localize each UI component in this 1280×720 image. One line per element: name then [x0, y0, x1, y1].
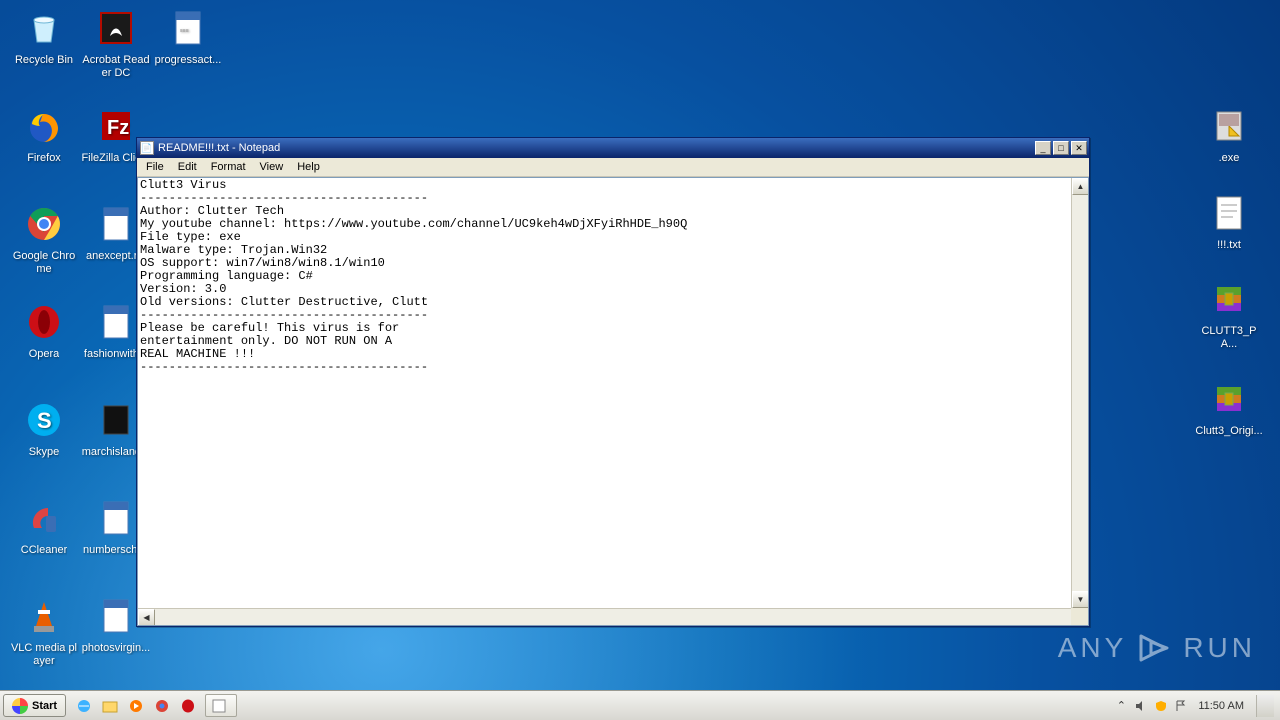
menu-view[interactable]: View [253, 159, 291, 175]
scroll-down-button[interactable]: ▼ [1072, 591, 1088, 608]
menu-edit[interactable]: Edit [171, 159, 204, 175]
icon-label: CLUTT3_PA... [1194, 325, 1264, 350]
maximize-button[interactable]: □ [1053, 141, 1069, 155]
start-label: Start [32, 700, 57, 712]
horizontal-scrollbar[interactable]: ◀ ▶ [138, 608, 1088, 625]
svg-text:≡≡≡: ≡≡≡ [180, 28, 189, 34]
ql-opera[interactable] [179, 697, 197, 715]
vertical-scrollbar[interactable]: ▲ ▼ [1071, 178, 1088, 608]
word-doc-icon [94, 496, 138, 540]
scroll-left-button[interactable]: ◀ [138, 609, 155, 625]
icon-label: Clutt3_Origi... [1195, 425, 1262, 438]
menu-help[interactable]: Help [290, 159, 327, 175]
acrobat-icon [94, 6, 138, 50]
icon-progressact[interactable]: ≡≡≡ progressact... [152, 6, 224, 104]
ql-wmp[interactable] [127, 697, 145, 715]
notepad-icon: 📄 [140, 141, 154, 155]
scroll-track[interactable] [155, 609, 1071, 625]
file-icon [94, 398, 138, 442]
opera-icon [22, 300, 66, 344]
icon-vlc[interactable]: VLC media player [8, 594, 80, 692]
taskbar-item-notepad[interactable] [205, 694, 237, 717]
recycle-bin-icon [22, 6, 66, 50]
icon-skype[interactable]: S Skype [8, 398, 80, 496]
icon-label: !!!.txt [1217, 239, 1241, 252]
svg-text:Fz: Fz [107, 117, 129, 139]
menu-file[interactable]: File [139, 159, 171, 175]
word-doc-icon: ≡≡≡ [166, 6, 210, 50]
scroll-corner [1071, 608, 1088, 625]
system-tray: ⌃ 11:50 AM [1108, 691, 1280, 720]
menu-format[interactable]: Format [204, 159, 253, 175]
icon-label: Google Chrome [9, 250, 79, 275]
icon-clutt3-pa[interactable]: CLUTT3_PA... [1192, 277, 1266, 350]
icon-label: .exe [1219, 152, 1240, 165]
watermark-suffix: RUN [1183, 632, 1256, 664]
quick-launch [69, 691, 203, 720]
icon-label: Skype [29, 446, 60, 459]
menubar: File Edit Format View Help [137, 158, 1089, 177]
icon-firefox[interactable]: Firefox [8, 104, 80, 202]
icon-chrome[interactable]: Google Chrome [8, 202, 80, 300]
icon-ccleaner[interactable]: CCleaner [8, 496, 80, 594]
icon-opera[interactable]: Opera [8, 300, 80, 398]
editor-content: Clutt3 Virus ---------------------------… [138, 178, 1088, 375]
watermark-brand: ANY [1058, 632, 1128, 664]
ql-explorer[interactable] [101, 697, 119, 715]
flag-icon[interactable] [1174, 699, 1188, 713]
volume-icon[interactable] [1134, 699, 1148, 713]
desktop: Recycle Bin Acrobat Reader DC ≡≡≡ progre… [0, 0, 1280, 720]
watermark: ANY RUN [1058, 628, 1256, 668]
icon-recycle-bin[interactable]: Recycle Bin [8, 6, 80, 104]
notepad-window: 📄 README!!!.txt - Notepad _ □ ✕ File Edi… [136, 137, 1090, 627]
tray-up-icon[interactable]: ⌃ [1114, 699, 1128, 713]
rar-icon [1207, 277, 1251, 321]
window-title: README!!!.txt - Notepad [158, 142, 1033, 154]
rar-icon [1207, 377, 1251, 421]
taskbar-clock[interactable]: 11:50 AM [1194, 700, 1248, 712]
icon-label: Firefox [27, 152, 61, 165]
text-editor[interactable]: Clutt3 Virus ---------------------------… [138, 178, 1088, 625]
txt-icon [1207, 191, 1251, 235]
titlebar[interactable]: 📄 README!!!.txt - Notepad _ □ ✕ [137, 138, 1089, 158]
editor-wrap: Clutt3 Virus ---------------------------… [137, 177, 1089, 626]
desktop-icons-right: .exe !!!.txt CLUTT3_PA... Clutt3_Origi..… [1192, 104, 1266, 437]
shield-icon[interactable] [1154, 699, 1168, 713]
firefox-icon [22, 104, 66, 148]
word-doc-icon [94, 594, 138, 638]
ql-chrome[interactable] [153, 697, 171, 715]
filezilla-icon: Fz [94, 104, 138, 148]
vlc-icon [22, 594, 66, 638]
skype-icon: S [22, 398, 66, 442]
show-desktop-button[interactable] [1256, 695, 1274, 717]
ccleaner-icon [22, 496, 66, 540]
close-button[interactable]: ✕ [1071, 141, 1087, 155]
icon-label: Recycle Bin [15, 54, 73, 67]
icon-readme-txt[interactable]: !!!.txt [1192, 191, 1266, 252]
icon-label: Opera [29, 348, 60, 361]
scroll-up-button[interactable]: ▲ [1072, 178, 1088, 195]
svg-text:S: S [37, 408, 52, 433]
icon-label: photosvirgin... [82, 642, 150, 655]
icon-label: Acrobat Reader DC [81, 54, 151, 79]
icon-exe-file[interactable]: .exe [1192, 104, 1266, 165]
start-button[interactable]: Start [3, 694, 66, 717]
ql-ie[interactable] [75, 697, 93, 715]
word-doc-icon [94, 202, 138, 246]
windows-orb-icon [12, 698, 28, 714]
chrome-icon [22, 202, 66, 246]
taskbar: Start ⌃ 11:50 AM [0, 690, 1280, 720]
icon-clutt3-origi[interactable]: Clutt3_Origi... [1192, 377, 1266, 438]
minimize-button[interactable]: _ [1035, 141, 1051, 155]
word-doc-icon [94, 300, 138, 344]
exe-icon [1207, 104, 1251, 148]
icon-label: VLC media player [9, 642, 79, 667]
icon-acrobat[interactable]: Acrobat Reader DC [80, 6, 152, 104]
scroll-track[interactable] [1072, 195, 1088, 591]
icon-label: CCleaner [21, 544, 67, 557]
icon-label: progressact... [155, 54, 222, 67]
